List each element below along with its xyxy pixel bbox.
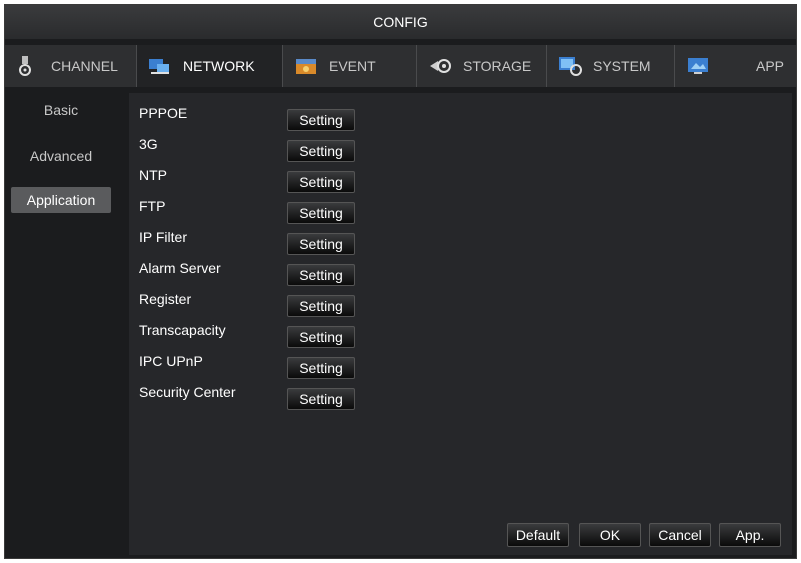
tab-label: STORAGE xyxy=(463,58,532,74)
settings-row-alarm-server: Alarm Server Setting xyxy=(139,260,539,286)
ftp-setting-button[interactable]: Setting xyxy=(287,202,355,224)
row-label: Security Center xyxy=(139,384,236,400)
row-label: IP Filter xyxy=(139,229,187,245)
cancel-button[interactable]: Cancel xyxy=(649,523,711,547)
row-label: Register xyxy=(139,291,192,307)
ip-filter-setting-button[interactable]: Setting xyxy=(287,233,355,255)
transcapacity-setting-button[interactable]: Setting xyxy=(287,326,355,348)
row-label: PPPOE xyxy=(139,105,188,121)
window-title: CONFIG xyxy=(5,5,796,39)
settings-row-ntp: NTP Setting xyxy=(139,167,539,193)
settings-row-pppoe: PPPOE Setting xyxy=(139,105,539,131)
ipc-upnp-setting-button[interactable]: Setting xyxy=(287,357,355,379)
sidebar-item-application[interactable]: Application xyxy=(11,187,111,213)
tab-storage[interactable]: STORAGE xyxy=(417,45,547,87)
app-icon xyxy=(685,55,711,77)
row-label: FTP xyxy=(139,198,166,214)
default-button[interactable]: Default xyxy=(507,523,569,547)
application-settings-panel: PPPOE Setting 3G Setting NTP Setting FTP… xyxy=(129,93,792,555)
row-label: IPC UPnP xyxy=(139,353,203,369)
tab-label: SYSTEM xyxy=(593,58,651,74)
tab-bar: CHANNEL NETWORK EVENT STORAGE SYSTEM APP xyxy=(5,45,796,87)
3g-setting-button[interactable]: Setting xyxy=(287,140,355,162)
settings-row-transcapacity: Transcapacity Setting xyxy=(139,322,539,348)
storage-icon xyxy=(427,55,453,77)
config-window: CONFIG CHANNEL NETWORK EVENT STORAGE SYS… xyxy=(4,4,797,559)
tab-label: CHANNEL xyxy=(51,58,118,74)
register-setting-button[interactable]: Setting xyxy=(287,295,355,317)
row-label: Transcapacity xyxy=(139,322,226,338)
security-center-setting-button[interactable]: Setting xyxy=(287,388,355,410)
tab-label: APP xyxy=(755,58,784,74)
sidebar-item-advanced[interactable]: Advanced xyxy=(11,143,111,169)
sidebar-item-basic[interactable]: Basic xyxy=(11,97,111,123)
row-label: 3G xyxy=(139,136,158,152)
tab-system[interactable]: SYSTEM xyxy=(547,45,675,87)
network-icon xyxy=(147,55,173,77)
system-icon xyxy=(557,55,583,77)
settings-row-ip-filter: IP Filter Setting xyxy=(139,229,539,255)
tab-event[interactable]: EVENT xyxy=(283,45,417,87)
tab-network[interactable]: NETWORK xyxy=(137,45,283,87)
apply-button[interactable]: App. xyxy=(719,523,781,547)
sidebar: Basic Advanced Application xyxy=(5,93,117,558)
event-icon xyxy=(293,55,319,77)
channel-icon xyxy=(15,55,41,77)
tab-label: NETWORK xyxy=(183,58,255,74)
tab-app[interactable]: APP xyxy=(675,45,796,87)
settings-row-ipc-upnp: IPC UPnP Setting xyxy=(139,353,539,379)
settings-row-security-center: Security Center Setting xyxy=(139,384,539,410)
settings-row-3g: 3G Setting xyxy=(139,136,539,162)
ok-button[interactable]: OK xyxy=(579,523,641,547)
alarm-server-setting-button[interactable]: Setting xyxy=(287,264,355,286)
row-label: NTP xyxy=(139,167,167,183)
ntp-setting-button[interactable]: Setting xyxy=(287,171,355,193)
tab-label: EVENT xyxy=(329,58,376,74)
settings-row-register: Register Setting xyxy=(139,291,539,317)
tab-channel[interactable]: CHANNEL xyxy=(5,45,137,87)
row-label: Alarm Server xyxy=(139,260,221,276)
settings-row-ftp: FTP Setting xyxy=(139,198,539,224)
pppoe-setting-button[interactable]: Setting xyxy=(287,109,355,131)
